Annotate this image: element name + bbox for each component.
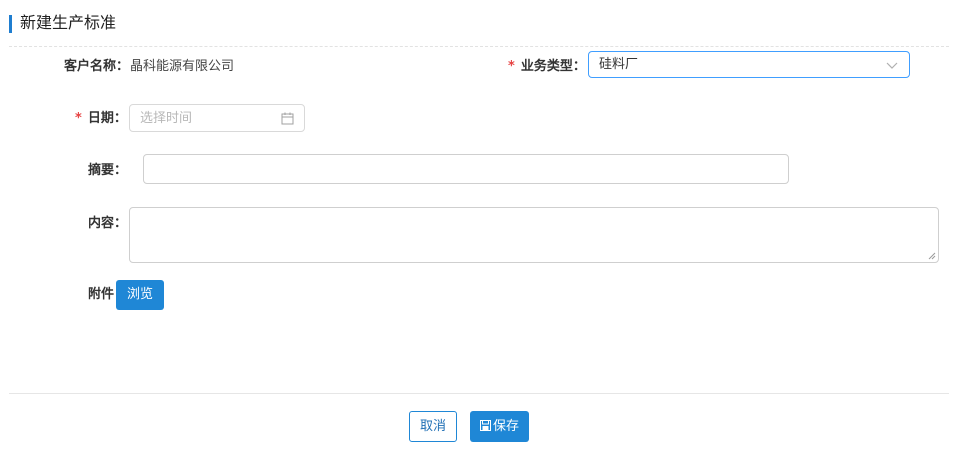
summary-input[interactable] [143,154,789,184]
date-placeholder: 选择时间 [140,111,193,126]
business-type-select[interactable]: 硅料厂 [588,51,910,78]
summary-label: 摘要： [88,163,128,178]
date-label-row: * 日期： [75,110,127,128]
page-title: 新建生产标准 [20,13,117,32]
calendar-icon[interactable] [281,112,294,125]
content-label: 内容： [88,216,128,231]
new-production-standard-page: 新建生产标准 客户名称： 晶科能源有限公司 * 业务类型： 硅料厂 * 日期： 选择… [0,0,957,461]
save-icon [479,420,491,431]
customer-label: 客户名称： [64,59,130,74]
save-label: 保存 [492,419,519,434]
date-label: 日期： [87,111,127,126]
browse-button[interactable]: 浏览 [116,280,164,310]
date-picker-input[interactable]: 选择时间 [129,104,305,132]
header-accent-bar [9,15,12,33]
footer-divider [9,393,949,394]
page-header: 新建生产标准 [0,0,957,47]
attachment-label: 附件 [88,287,115,302]
customer-value: 晶科能源有限公司 [130,59,235,74]
cancel-button[interactable]: 取消 [409,411,457,442]
business-type-label-row: * 业务类型： [508,58,586,76]
required-mark: * [508,59,515,74]
resize-grip-icon[interactable] [928,252,936,260]
required-mark: * [75,111,82,126]
header-divider [9,46,949,47]
business-type-label: 业务类型： [520,59,586,74]
business-type-value: 硅料厂 [599,57,639,72]
chevron-down-icon [886,62,898,69]
content-textarea[interactable] [129,207,939,263]
save-button[interactable]: 保存 [470,411,529,442]
